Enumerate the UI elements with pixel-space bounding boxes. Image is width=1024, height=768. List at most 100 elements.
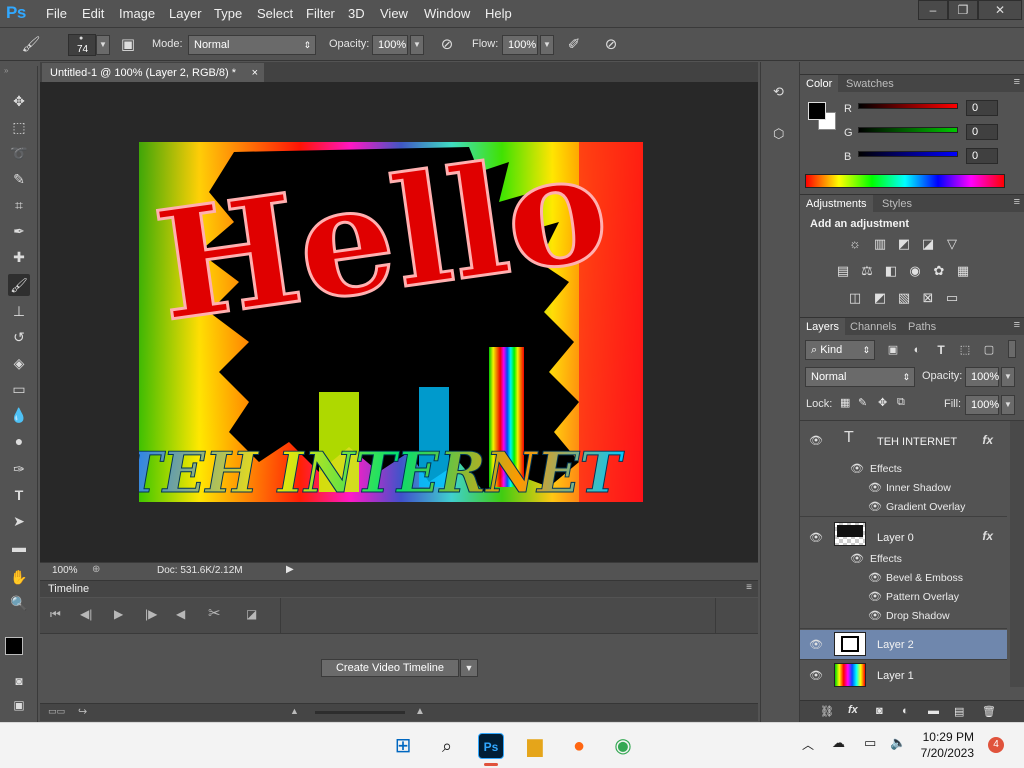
notification-badge[interactable]: 4 bbox=[988, 737, 1004, 753]
volume-icon[interactable]: 🔈 bbox=[890, 735, 906, 751]
color-lookup-icon[interactable]: ▦ bbox=[954, 263, 972, 279]
previous-frame-icon[interactable]: ◀| bbox=[80, 607, 92, 621]
eye-icon[interactable]: 👁 bbox=[850, 552, 864, 565]
layer-name[interactable]: Layer 0 bbox=[877, 532, 914, 544]
brush-preset-icon[interactable]: 🖌 bbox=[20, 34, 42, 56]
marquee-tool-icon[interactable]: ⬚ bbox=[8, 116, 30, 138]
screen-mode-icon[interactable]: ▣ bbox=[8, 694, 30, 716]
chevron-up-icon[interactable]: ︿ bbox=[802, 736, 814, 753]
add-style-icon[interactable]: fx bbox=[848, 704, 858, 716]
layer-opacity-dropdown[interactable]: ▼ bbox=[1001, 367, 1015, 387]
panel-menu-icon[interactable]: ≡ bbox=[746, 582, 752, 593]
photoshop-taskbar-icon[interactable]: Ps bbox=[478, 733, 504, 759]
brush-tool-icon[interactable]: 🖌 bbox=[8, 274, 30, 296]
fill-dropdown[interactable]: ▼ bbox=[1001, 395, 1015, 415]
filter-shape-icon[interactable]: ⬚ bbox=[956, 342, 974, 358]
menu-layer[interactable]: Layer bbox=[169, 6, 202, 21]
invert-icon[interactable]: ◫ bbox=[846, 290, 864, 306]
transition-icon[interactable]: ◪ bbox=[246, 607, 257, 621]
healing-brush-tool-icon[interactable]: ✚ bbox=[8, 246, 30, 268]
green-slider[interactable] bbox=[858, 127, 958, 133]
status-menu-arrow-icon[interactable]: ▶ bbox=[286, 564, 294, 575]
flow-dropdown[interactable]: ▼ bbox=[540, 35, 554, 55]
fill-field[interactable]: 100% bbox=[965, 395, 999, 415]
new-group-icon[interactable]: ▬ bbox=[928, 705, 939, 717]
mode-select[interactable]: Normal ⇕ bbox=[188, 35, 316, 55]
timeline-zoom-slider[interactable] bbox=[315, 711, 405, 714]
move-tool-icon[interactable]: ✥ bbox=[8, 90, 30, 112]
layer-filter-kind[interactable]: ⌕ Kind ⇕ bbox=[805, 340, 875, 360]
pressure-opacity-icon[interactable]: ⊘ bbox=[436, 34, 458, 56]
tab-swatches[interactable]: Swatches bbox=[840, 75, 900, 93]
eye-icon[interactable]: 👁 bbox=[809, 669, 823, 682]
layer-name[interactable]: Layer 1 bbox=[877, 670, 914, 682]
brush-panel-icon[interactable]: ▣ bbox=[117, 34, 139, 56]
hue-saturation-icon[interactable]: ▤ bbox=[834, 263, 852, 279]
photo-filter-icon[interactable]: ◉ bbox=[906, 263, 924, 279]
filter-pixel-icon[interactable]: ▣ bbox=[884, 342, 902, 358]
panel-menu-icon[interactable]: ≡ bbox=[1014, 76, 1020, 88]
brush-size-picker[interactable]: ● 74 bbox=[68, 34, 96, 56]
tab-color[interactable]: Color bbox=[800, 75, 839, 93]
link-layers-icon[interactable]: ⛓ bbox=[820, 705, 834, 718]
minimize-button[interactable]: – bbox=[918, 0, 948, 20]
filter-type-icon[interactable]: T bbox=[932, 342, 950, 358]
menu-window[interactable]: Window bbox=[424, 6, 470, 21]
chrome-icon[interactable]: ◉ bbox=[610, 733, 636, 759]
foreground-color-swatch[interactable] bbox=[5, 637, 23, 655]
blue-value[interactable]: 0 bbox=[966, 148, 998, 164]
zoom-level[interactable]: 100% bbox=[52, 565, 78, 576]
opacity-field[interactable]: 100% bbox=[372, 35, 408, 55]
foreground-color-chip[interactable] bbox=[808, 102, 826, 120]
add-mask-icon[interactable]: ◙ bbox=[876, 705, 883, 717]
eye-icon[interactable]: 👁 bbox=[868, 609, 882, 622]
filter-smart-object-icon[interactable]: ▢ bbox=[980, 342, 998, 358]
red-slider[interactable] bbox=[858, 103, 958, 109]
layers-scrollbar[interactable] bbox=[1010, 421, 1024, 687]
pen-tool-icon[interactable]: ✑ bbox=[8, 458, 30, 480]
split-scissors-icon[interactable]: ✂ bbox=[208, 604, 221, 622]
posterize-icon[interactable]: ◩ bbox=[871, 290, 889, 306]
color-balance-icon[interactable]: ⚖ bbox=[858, 263, 876, 279]
menu-edit[interactable]: Edit bbox=[82, 6, 104, 21]
blue-slider[interactable] bbox=[858, 151, 958, 157]
panel-menu-icon[interactable]: ≡ bbox=[1014, 319, 1020, 331]
zoom-out-icon[interactable]: ▲ bbox=[290, 706, 299, 716]
history-panel-icon[interactable]: ⟲ bbox=[773, 84, 791, 102]
close-tab-button[interactable]: × bbox=[252, 63, 258, 83]
frames-icon[interactable]: ▭▭ bbox=[48, 706, 65, 717]
menu-file[interactable]: File bbox=[46, 6, 67, 21]
restore-button[interactable]: ❐ bbox=[948, 0, 978, 20]
green-value[interactable]: 0 bbox=[966, 124, 998, 140]
channel-mixer-icon[interactable]: ✿ bbox=[930, 263, 948, 279]
history-brush-tool-icon[interactable]: ↺ bbox=[8, 326, 30, 348]
menu-help[interactable]: Help bbox=[485, 6, 512, 21]
layer-name[interactable]: Layer 2 bbox=[877, 639, 914, 651]
lasso-tool-icon[interactable]: ➰ bbox=[8, 142, 30, 164]
tab-channels[interactable]: Channels bbox=[844, 318, 902, 336]
vibrance-icon[interactable]: ▽ bbox=[943, 236, 961, 252]
effect-bevel-emboss[interactable]: Bevel & Emboss bbox=[886, 572, 963, 584]
quick-select-tool-icon[interactable]: ✎ bbox=[8, 168, 30, 190]
layer-row-layer-0[interactable]: 👁 Layer 0 fx 👁 Effects 👁 Bevel & Emboss … bbox=[800, 518, 1007, 629]
menu-filter[interactable]: Filter bbox=[306, 6, 335, 21]
tab-styles[interactable]: Styles bbox=[876, 195, 918, 213]
black-white-icon[interactable]: ◧ bbox=[882, 263, 900, 279]
menu-image[interactable]: Image bbox=[119, 6, 155, 21]
lock-transparent-icon[interactable]: ▦ bbox=[840, 396, 850, 409]
3d-panel-icon[interactable]: ⬡ bbox=[773, 126, 791, 144]
pressure-size-icon[interactable]: ⊘ bbox=[600, 34, 622, 56]
rectangle-tool-icon[interactable]: ▬ bbox=[8, 536, 30, 558]
clone-stamp-tool-icon[interactable]: ⊥ bbox=[8, 300, 30, 322]
menu-type[interactable]: Type bbox=[214, 6, 242, 21]
filter-toggle[interactable] bbox=[1008, 340, 1016, 358]
layer-opacity-field[interactable]: 100% bbox=[965, 367, 999, 387]
levels-icon[interactable]: ▥ bbox=[871, 236, 889, 252]
system-clock[interactable]: 10:29 PM 7/20/2023 bbox=[921, 729, 974, 761]
selective-color-icon[interactable]: ▭ bbox=[943, 290, 961, 306]
cloud-offline-icon[interactable]: ☁ bbox=[832, 735, 845, 751]
layer-row-teh-internet[interactable]: 👁 T TEH INTERNET fx 👁 Effects 👁 Inner Sh… bbox=[800, 421, 1007, 517]
quick-mask-icon[interactable]: ◙ bbox=[8, 670, 30, 692]
crop-tool-icon[interactable]: ⌗ bbox=[8, 194, 30, 216]
eye-icon[interactable]: 👁 bbox=[809, 434, 823, 447]
